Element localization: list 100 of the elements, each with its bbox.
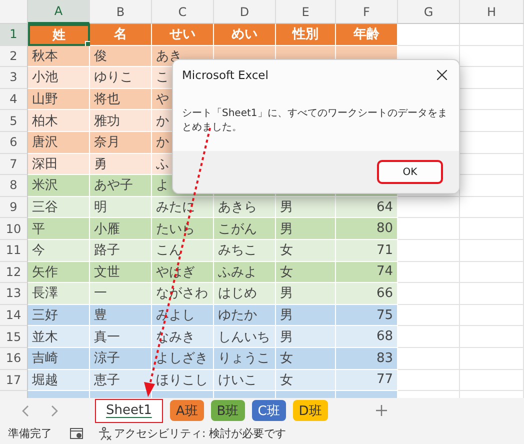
table-cell[interactable]: 男 (276, 196, 336, 218)
column-header[interactable]: G (398, 0, 460, 24)
table-cell[interactable] (460, 262, 524, 284)
table-cell[interactable]: 米沢 (28, 175, 90, 197)
sheet-tab[interactable]: B班 (210, 400, 245, 421)
table-cell[interactable] (398, 240, 460, 262)
table-cell[interactable]: 三谷 (28, 196, 90, 218)
table-cell[interactable]: けいこ (214, 370, 276, 392)
table-cell[interactable]: よしざき (152, 348, 214, 370)
table-cell[interactable]: 俊 (90, 46, 152, 68)
table-cell[interactable]: 文世 (90, 262, 152, 284)
previous-sheet-icon[interactable] (22, 404, 30, 416)
close-icon[interactable] (437, 70, 447, 80)
table-cell[interactable]: 恵子 (90, 370, 152, 392)
table-cell[interactable]: ほりこし (152, 370, 214, 392)
table-cell[interactable]: 深田 (28, 154, 90, 176)
table-cell[interactable] (460, 348, 524, 370)
row-header[interactable]: 6 (0, 132, 28, 154)
table-cell[interactable]: はじめ (214, 283, 276, 305)
table-cell[interactable]: 平 (28, 218, 90, 240)
table-cell[interactable]: 男 (276, 283, 336, 305)
row-header[interactable]: 2 (0, 46, 28, 68)
table-cell[interactable] (398, 348, 460, 370)
table-cell[interactable]: 今 (28, 240, 90, 262)
table-cell[interactable] (398, 218, 460, 240)
column-header[interactable]: E (276, 0, 336, 24)
table-cell[interactable]: みちこ (214, 240, 276, 262)
column-header[interactable]: F (336, 0, 398, 24)
row-header[interactable]: 10 (0, 218, 28, 240)
table-cell[interactable]: ふみよ (214, 262, 276, 284)
row-header[interactable]: 11 (0, 240, 28, 262)
accessibility-status[interactable]: アクセシビリティ: 検討が必要です (114, 426, 286, 441)
row-header[interactable]: 14 (0, 304, 28, 326)
accessibility-icon[interactable] (98, 426, 112, 440)
column-header[interactable]: C (152, 0, 214, 24)
table-cell[interactable]: 80 (336, 218, 398, 240)
table-cell[interactable] (460, 304, 524, 326)
column-header[interactable]: B (90, 0, 152, 24)
table-cell[interactable]: 吉崎 (28, 348, 90, 370)
table-cell[interactable]: 女 (276, 370, 336, 392)
table-cell[interactable]: 涼子 (90, 348, 152, 370)
table-cell[interactable]: 勇 (90, 154, 152, 176)
table-cell[interactable]: 男 (276, 218, 336, 240)
table-cell[interactable]: 真一 (90, 326, 152, 348)
sheet-tab[interactable]: A班 (170, 400, 204, 421)
table-cell[interactable] (398, 262, 460, 284)
table-cell[interactable] (460, 240, 524, 262)
next-sheet-icon[interactable] (50, 404, 58, 416)
table-cell[interactable]: 男 (276, 326, 336, 348)
table-cell[interactable]: 堀越 (28, 370, 90, 392)
column-header[interactable]: H (460, 0, 524, 24)
table-cell[interactable]: 長澤 (28, 283, 90, 305)
table-cell[interactable]: こん (152, 240, 214, 262)
table-cell[interactable]: 矢作 (28, 262, 90, 284)
add-sheet-icon[interactable] (376, 405, 387, 416)
table-cell[interactable]: 74 (336, 262, 398, 284)
sheet-tab[interactable]: D班 (292, 400, 328, 421)
row-header[interactable]: 17 (0, 370, 28, 392)
table-cell[interactable]: 山野 (28, 88, 90, 110)
table-cell[interactable]: 小雁 (90, 218, 152, 240)
table-cell[interactable]: 男 (276, 304, 336, 326)
table-cell[interactable]: 83 (336, 348, 398, 370)
table-cell[interactable]: 68 (336, 326, 398, 348)
table-cell[interactable]: りょうこ (214, 348, 276, 370)
table-cell[interactable] (398, 326, 460, 348)
table-cell[interactable]: 一 (90, 283, 152, 305)
table-cell[interactable]: 並木 (28, 326, 90, 348)
table-cell[interactable]: 77 (336, 370, 398, 392)
row-header[interactable]: 3 (0, 67, 28, 89)
ok-button[interactable]: OK (377, 160, 443, 184)
table-cell[interactable]: 女 (276, 262, 336, 284)
table-cell[interactable]: 路子 (90, 240, 152, 262)
table-cell[interactable] (460, 218, 524, 240)
column-header[interactable]: D (214, 0, 276, 24)
table-cell[interactable]: 女 (276, 348, 336, 370)
table-cell[interactable]: 雅功 (90, 110, 152, 132)
table-cell[interactable] (460, 370, 524, 392)
row-header[interactable]: 15 (0, 326, 28, 348)
table-cell[interactable]: あや子 (90, 175, 152, 197)
table-cell[interactable]: ゆりこ (90, 67, 152, 89)
table-cell[interactable]: 女 (276, 240, 336, 262)
row-header[interactable]: 12 (0, 262, 28, 284)
table-cell[interactable] (460, 46, 524, 68)
table-cell[interactable]: 秋本 (28, 46, 90, 68)
table-cell[interactable] (398, 283, 460, 305)
table-cell[interactable]: 将也 (90, 88, 152, 110)
table-cell[interactable]: 柏木 (28, 110, 90, 132)
sheet-tab[interactable]: Sheet1 (95, 398, 163, 422)
row-header[interactable]: 5 (0, 110, 28, 132)
table-cell[interactable]: 75 (336, 304, 398, 326)
row-header[interactable]: 16 (0, 348, 28, 370)
table-cell[interactable] (460, 283, 524, 305)
table-cell[interactable]: 三好 (28, 304, 90, 326)
row-header[interactable]: 9 (0, 196, 28, 218)
macro-record-icon[interactable] (70, 428, 84, 440)
table-cell[interactable] (398, 196, 460, 218)
table-cell[interactable]: あきら (214, 196, 276, 218)
table-cell[interactable]: 唐沢 (28, 132, 90, 154)
table-cell[interactable]: しんいち (214, 326, 276, 348)
table-cell[interactable] (460, 24, 524, 46)
